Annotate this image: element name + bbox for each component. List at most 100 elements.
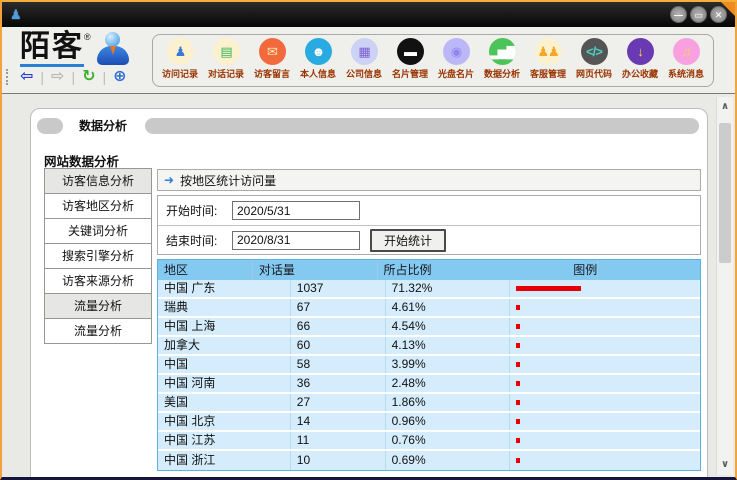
web-code-icon: </> xyxy=(581,38,608,65)
analysis-sidebar: 访客信息分析 访客地区分析 关键词分析 搜索引擎分析 访客来源分析 流量分析 流… xyxy=(44,169,152,344)
nav-separator: | xyxy=(103,69,107,85)
minimize-button[interactable]: — xyxy=(670,6,687,23)
forward-icon[interactable]: ⇨ xyxy=(46,66,69,88)
table-row[interactable]: 中国 浙江 10 0.69% xyxy=(158,451,700,470)
toolbar-button[interactable]: </> 网页代码 xyxy=(571,38,617,80)
toolbar-button[interactable]: ▤ 对话记录 xyxy=(203,38,249,80)
toolbar-grip[interactable] xyxy=(6,69,9,85)
end-time-row: 结束时间: 开始统计 xyxy=(158,225,700,254)
table-body: 中国 广东 1037 71.32% 瑞典 67 4.61% xyxy=(158,280,700,470)
back-icon[interactable]: ⇦ xyxy=(15,66,38,88)
toolbar-button-label: 本人信息 xyxy=(295,67,341,80)
tab-data-analysis[interactable]: 数据分析 xyxy=(79,117,127,134)
toolbar-button[interactable]: ♟ 访问记录 xyxy=(157,38,203,80)
toolbar-button[interactable]: ♫ 系统消息 xyxy=(663,38,709,80)
table-row[interactable]: 中国 58 3.99% xyxy=(158,356,700,375)
count-cell: 66 xyxy=(291,318,386,335)
scroll-up-icon[interactable]: ∧ xyxy=(717,99,733,115)
table-row[interactable]: 中国 上海 66 4.54% xyxy=(158,318,700,337)
my-info-icon: ☻ xyxy=(305,38,332,65)
sidebar-item[interactable]: 关键词分析 xyxy=(44,218,152,244)
toolbar-button[interactable]: ▬ 名片管理 xyxy=(387,38,433,80)
percent-cell: 4.13% xyxy=(386,337,511,354)
legend-cell xyxy=(510,375,700,392)
nav-separator: | xyxy=(71,69,75,85)
globe-icon[interactable]: ⊕ xyxy=(108,66,131,88)
table-row[interactable]: 瑞典 67 4.61% xyxy=(158,299,700,318)
legend-cell xyxy=(510,451,700,470)
start-statistics-button[interactable]: 开始统计 xyxy=(370,229,446,252)
titlebar: ♟ — ▭ ✕ xyxy=(2,2,735,27)
card-management-icon: ▬ xyxy=(397,38,424,65)
count-cell: 58 xyxy=(291,356,386,373)
count-cell: 27 xyxy=(291,394,386,411)
vertical-scrollbar[interactable]: ∧ ∨ xyxy=(716,97,733,475)
table-row[interactable]: 中国 河南 36 2.48% xyxy=(158,375,700,394)
region-cell: 加拿大 xyxy=(158,337,291,354)
legend-cell xyxy=(510,394,700,411)
percent-cell: 4.61% xyxy=(386,299,511,316)
region-stats-table: 地区 对话量 所占比例 图例 中国 广东 103 xyxy=(157,259,701,471)
toolbar-button[interactable]: ▂▅▇ 数据分析 xyxy=(479,38,525,80)
table-column-header[interactable]: 地区 xyxy=(158,260,253,280)
sidebar-item[interactable]: 访客来源分析 xyxy=(44,268,152,294)
refresh-icon[interactable]: ↻ xyxy=(77,66,100,88)
legend-cell xyxy=(510,356,700,373)
toolbar-button[interactable]: ✉ 访客留言 xyxy=(249,38,295,80)
toolbar-button[interactable]: ↓ 办公收藏 xyxy=(617,38,663,80)
legend-bar xyxy=(516,381,520,386)
sidebar-item[interactable]: 流量分析 xyxy=(44,293,152,319)
toolbar-button[interactable]: ☻ 本人信息 xyxy=(295,38,341,80)
table-column-header[interactable]: 图例 xyxy=(567,260,598,280)
system-message-icon: ♫ xyxy=(673,38,700,65)
start-time-row: 开始时间: xyxy=(158,196,700,225)
legend-bar xyxy=(516,419,520,424)
percent-cell: 4.54% xyxy=(386,318,511,335)
end-time-input[interactable] xyxy=(232,231,360,250)
toolbar-button-label: 客服管理 xyxy=(525,67,571,80)
start-time-input[interactable] xyxy=(232,201,360,220)
maximize-button[interactable]: ▭ xyxy=(690,6,707,23)
sidebar-item[interactable]: 访客信息分析 xyxy=(44,168,152,194)
app-icon: ♟ xyxy=(10,8,22,21)
tab-strip-filler xyxy=(145,118,699,134)
region-cell: 中国 xyxy=(158,356,291,373)
toolbar-button-label: 名片管理 xyxy=(387,67,433,80)
sidebar-item[interactable]: 搜索引擎分析 xyxy=(44,243,152,269)
scroll-down-icon[interactable]: ∨ xyxy=(717,457,733,473)
toolbar-button[interactable]: ◉ 光盘名片 xyxy=(433,38,479,80)
table-row[interactable]: 中国 江苏 11 0.76% xyxy=(158,432,700,451)
table-column-header[interactable]: 对话量 xyxy=(253,260,378,280)
sidebar-item[interactable]: 流量分析 xyxy=(44,318,152,344)
chat-records-icon: ▤ xyxy=(213,38,240,65)
data-analysis-icon: ▂▅▇ xyxy=(489,38,516,65)
table-row[interactable]: 中国 广东 1037 71.32% xyxy=(158,280,700,299)
tab-strip: 数据分析 xyxy=(37,117,699,134)
table-column-header[interactable]: 所占比例 xyxy=(378,260,568,280)
scrollbar-thumb[interactable] xyxy=(719,123,731,263)
toolbar-button-label: 系统消息 xyxy=(663,67,709,80)
toolbar-button[interactable]: ▦ 公司信息 xyxy=(341,38,387,80)
percent-cell: 1.86% xyxy=(386,394,511,411)
percent-cell: 2.48% xyxy=(386,375,511,392)
date-range-form: 开始时间: 结束时间: 开始统计 xyxy=(157,195,701,255)
window-controls: — ▭ ✕ xyxy=(670,6,727,23)
company-info-icon: ▦ xyxy=(351,38,378,65)
visit-records-icon: ♟ xyxy=(167,38,194,65)
tab-stub xyxy=(37,118,63,134)
count-cell: 1037 xyxy=(291,280,386,297)
percent-cell: 0.76% xyxy=(386,432,511,449)
table-row[interactable]: 美国 27 1.86% xyxy=(158,394,700,413)
legend-cell xyxy=(510,299,700,316)
toolbar-button-label: 光盘名片 xyxy=(433,67,479,80)
toolbar-button[interactable]: ♟♟ 客服管理 xyxy=(525,38,571,80)
count-cell: 11 xyxy=(291,432,386,449)
table-row[interactable]: 中国 北京 14 0.96% xyxy=(158,413,700,432)
table-row[interactable]: 加拿大 60 4.13% xyxy=(158,337,700,356)
toolbar-button-label: 访客留言 xyxy=(249,67,295,80)
sidebar-item[interactable]: 访客地区分析 xyxy=(44,193,152,219)
region-cell: 中国 浙江 xyxy=(158,451,291,470)
toolbar-button-label: 对话记录 xyxy=(203,67,249,80)
toolbar-button-label: 公司信息 xyxy=(341,67,387,80)
region-cell: 中国 河南 xyxy=(158,375,291,392)
